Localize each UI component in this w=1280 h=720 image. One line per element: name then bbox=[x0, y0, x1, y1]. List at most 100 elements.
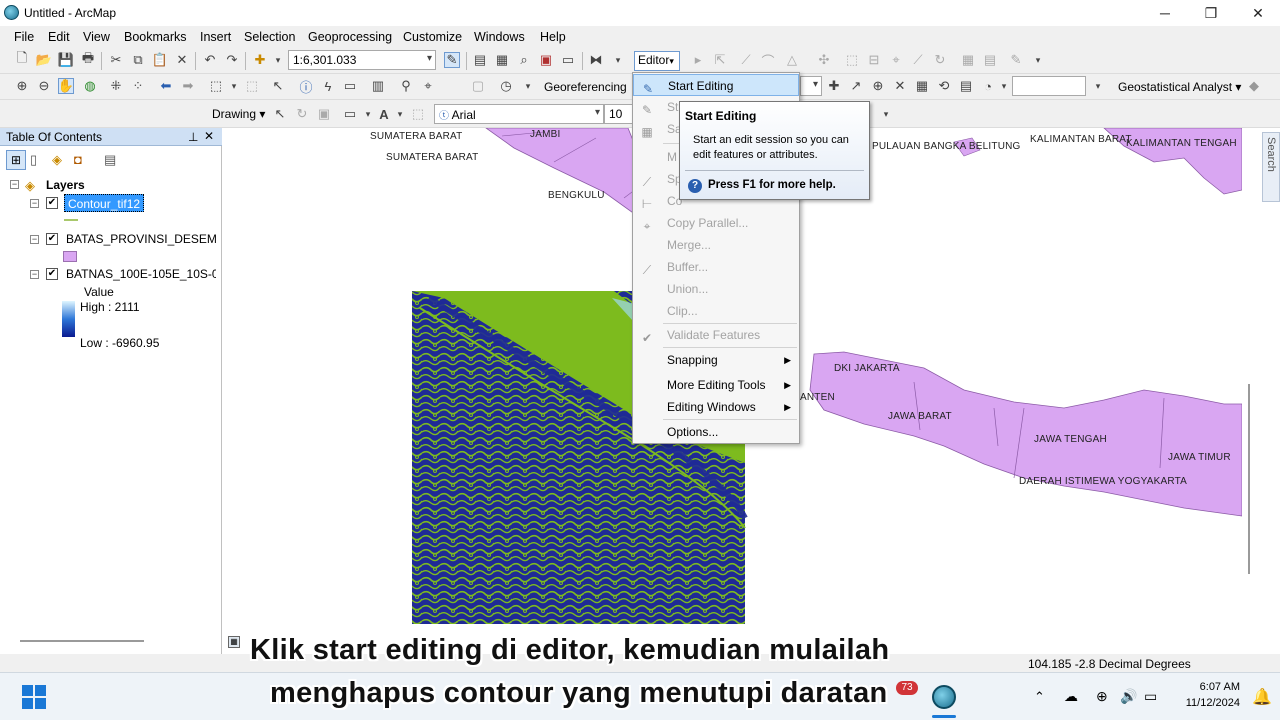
go-to-xy-icon[interactable]: ⌖ bbox=[420, 78, 436, 94]
list-by-drawing-order-icon[interactable]: ⊞ bbox=[6, 150, 26, 170]
georeferencing-menu[interactable]: Georeferencing bbox=[544, 80, 627, 94]
rotate-element-icon[interactable]: ↻ bbox=[294, 106, 310, 122]
menu-item-start-editing[interactable]: ✎ Start Editing bbox=[633, 74, 799, 96]
time-slider-icon[interactable]: ◷ bbox=[498, 78, 514, 94]
menu-item-buffer[interactable]: ⟋ Buffer... bbox=[633, 256, 799, 278]
rotate-georef-icon[interactable]: ⟲ bbox=[936, 78, 952, 94]
menu-item-more-editing-tools[interactable]: More Editing Tools ▶ bbox=[633, 374, 799, 396]
python-window-icon[interactable]: ▭ bbox=[560, 52, 576, 68]
list-by-source-icon[interactable]: ▯ bbox=[30, 152, 37, 168]
delete-link-icon[interactable]: ✕ bbox=[892, 78, 908, 94]
maximize-button[interactable]: ❐ bbox=[1196, 3, 1226, 23]
data-view-icon[interactable]: ▦ bbox=[228, 636, 240, 648]
hyperlink-icon[interactable]: ϟ bbox=[320, 78, 336, 94]
full-extent-icon[interactable]: ◍ bbox=[82, 78, 98, 94]
font-size-combo[interactable]: 10 bbox=[604, 104, 634, 124]
layer-collapse-icon[interactable]: − bbox=[30, 270, 39, 279]
undo-icon[interactable]: ↶ bbox=[202, 52, 218, 68]
map-scale-combo[interactable]: 1:6,301.033 ▾ bbox=[288, 50, 436, 70]
model-builder-icon[interactable]: ⧓ bbox=[588, 52, 604, 68]
layer-visibility-checkbox[interactable]: ✔ bbox=[46, 268, 58, 280]
create-features-icon[interactable]: ✎ bbox=[1008, 52, 1024, 68]
list-by-selection-icon[interactable]: ◘ bbox=[74, 152, 82, 167]
drawing-menu[interactable]: Drawing ▾ bbox=[212, 107, 265, 121]
rectangle-icon[interactable]: ▭ bbox=[342, 106, 358, 122]
new-document-icon[interactable]: 🗋 bbox=[14, 50, 30, 68]
add-data-dropdown-icon[interactable]: ▾ bbox=[270, 52, 286, 68]
link-table-icon[interactable]: ▤ bbox=[958, 78, 974, 94]
rotation-icon[interactable]: ◔ bbox=[980, 78, 996, 94]
view-link-table-icon[interactable]: ▦ bbox=[914, 78, 930, 94]
toc-options-icon[interactable]: ▤ bbox=[104, 152, 116, 168]
clock-date[interactable]: 11/12/2024 bbox=[1172, 697, 1240, 709]
arcmap-taskbar-icon[interactable] bbox=[932, 685, 956, 709]
point-icon[interactable]: ✣ bbox=[816, 52, 832, 68]
layer-visibility-checkbox[interactable]: ✔ bbox=[46, 233, 58, 245]
font-name-combo[interactable]: ⓣ Arial ▾ bbox=[434, 104, 604, 124]
attributes-icon[interactable]: ▦ bbox=[960, 52, 976, 68]
menu-windows[interactable]: Windows bbox=[474, 30, 525, 44]
speaker-icon[interactable]: 🔊 bbox=[1120, 688, 1137, 705]
find-icon[interactable]: ⚲ bbox=[398, 78, 414, 94]
menu-file[interactable]: File bbox=[14, 30, 34, 44]
layer-collapse-icon[interactable]: − bbox=[30, 199, 39, 208]
trace-icon[interactable]: △ bbox=[784, 52, 800, 68]
clear-selection-icon[interactable]: ⬚ bbox=[244, 78, 260, 94]
menu-help[interactable]: Help bbox=[540, 30, 566, 44]
layer-name-selected[interactable]: Contour_tif12 bbox=[64, 194, 145, 212]
menu-insert[interactable]: Insert bbox=[200, 30, 231, 44]
redo-icon[interactable]: ↷ bbox=[224, 52, 240, 68]
menu-item-validate-features[interactable]: ✔ Validate Features bbox=[633, 324, 799, 346]
text-dropdown-icon[interactable]: ▾ bbox=[392, 106, 408, 122]
close-button[interactable]: ✕ bbox=[1243, 3, 1273, 23]
edit-vertices-icon[interactable]: ⬚ bbox=[844, 52, 860, 68]
toolbar-overflow-icon[interactable]: ▾ bbox=[610, 52, 626, 68]
search-window-icon[interactable]: ⌕ bbox=[516, 52, 532, 68]
edit-tool-icon[interactable]: ▸ bbox=[690, 52, 706, 68]
menu-item-editing-windows[interactable]: Editing Windows ▶ bbox=[633, 396, 799, 418]
layer-visibility-checkbox[interactable]: ✔ bbox=[46, 197, 58, 209]
layers-collapse-icon[interactable]: − bbox=[10, 180, 19, 189]
zoom-whole-page-icon[interactable]: ▣ bbox=[316, 106, 332, 122]
menu-item-options[interactable]: Options... bbox=[633, 421, 799, 443]
layer-collapse-icon[interactable]: − bbox=[30, 235, 39, 244]
straight-segment-icon[interactable]: ⟋ bbox=[738, 52, 754, 68]
drawing-overflow-icon[interactable]: ▾ bbox=[878, 106, 894, 122]
open-icon[interactable]: 📂 bbox=[36, 52, 52, 68]
notifications-icon[interactable]: 🔔 bbox=[1252, 687, 1272, 707]
menu-bookmarks[interactable]: Bookmarks bbox=[124, 30, 187, 44]
cloud-icon[interactable]: ☁ bbox=[1064, 688, 1078, 705]
pin-icon[interactable]: ⊥ bbox=[188, 130, 198, 144]
geostatistical-analyst-menu[interactable]: Geostatistical Analyst ▾ bbox=[1118, 80, 1241, 94]
forward-extent-icon[interactable]: ➡ bbox=[180, 78, 196, 94]
georef-overflow-icon[interactable]: ▾ bbox=[1090, 78, 1106, 94]
zoom-to-link-icon[interactable]: ⊕ bbox=[870, 78, 886, 94]
sketch-properties-icon[interactable]: ▤ bbox=[982, 52, 998, 68]
menu-edit[interactable]: Edit bbox=[48, 30, 70, 44]
toc-window-icon[interactable]: ▤ bbox=[472, 52, 488, 68]
editor-toolbar-icon[interactable]: ✎ bbox=[444, 52, 460, 68]
rotate-icon[interactable]: ↻ bbox=[932, 52, 948, 68]
add-data-icon[interactable]: ✚ bbox=[252, 52, 268, 68]
rotation-dropdown-icon[interactable]: ▾ bbox=[996, 78, 1012, 94]
chevron-up-icon[interactable]: ⌃ bbox=[1034, 689, 1045, 705]
back-extent-icon[interactable]: ⬅ bbox=[158, 78, 174, 94]
layer-name[interactable]: BATNAS_100E-105E_10S-05S_ bbox=[66, 267, 216, 281]
select-elements-icon[interactable]: ↖ bbox=[270, 78, 286, 94]
menu-item-union[interactable]: Union... bbox=[633, 278, 799, 300]
save-icon[interactable]: 💾 bbox=[58, 52, 74, 68]
menu-item-copy-parallel[interactable]: ⌖ Copy Parallel... bbox=[633, 212, 799, 234]
copy-icon[interactable]: ⧉ bbox=[130, 52, 146, 68]
identify-icon[interactable]: ⓘ bbox=[298, 78, 314, 95]
list-by-visibility-icon[interactable]: ◈ bbox=[52, 152, 62, 168]
menu-selection[interactable]: Selection bbox=[244, 30, 295, 44]
select-features-icon[interactable]: ⬚ bbox=[208, 78, 224, 94]
map-vertical-scrollbar[interactable] bbox=[1248, 384, 1250, 574]
menu-geoprocessing[interactable]: Geoprocessing bbox=[308, 30, 392, 44]
toc-close-icon[interactable]: ✕ bbox=[204, 129, 214, 143]
battery-icon[interactable]: ▭ bbox=[1144, 688, 1157, 705]
search-side-tab[interactable]: Search bbox=[1262, 132, 1280, 202]
reshape-icon[interactable]: ⊟ bbox=[866, 52, 882, 68]
menu-item-snapping[interactable]: Snapping ▶ bbox=[633, 349, 799, 371]
editor-overflow-icon[interactable]: ▾ bbox=[1030, 52, 1046, 68]
